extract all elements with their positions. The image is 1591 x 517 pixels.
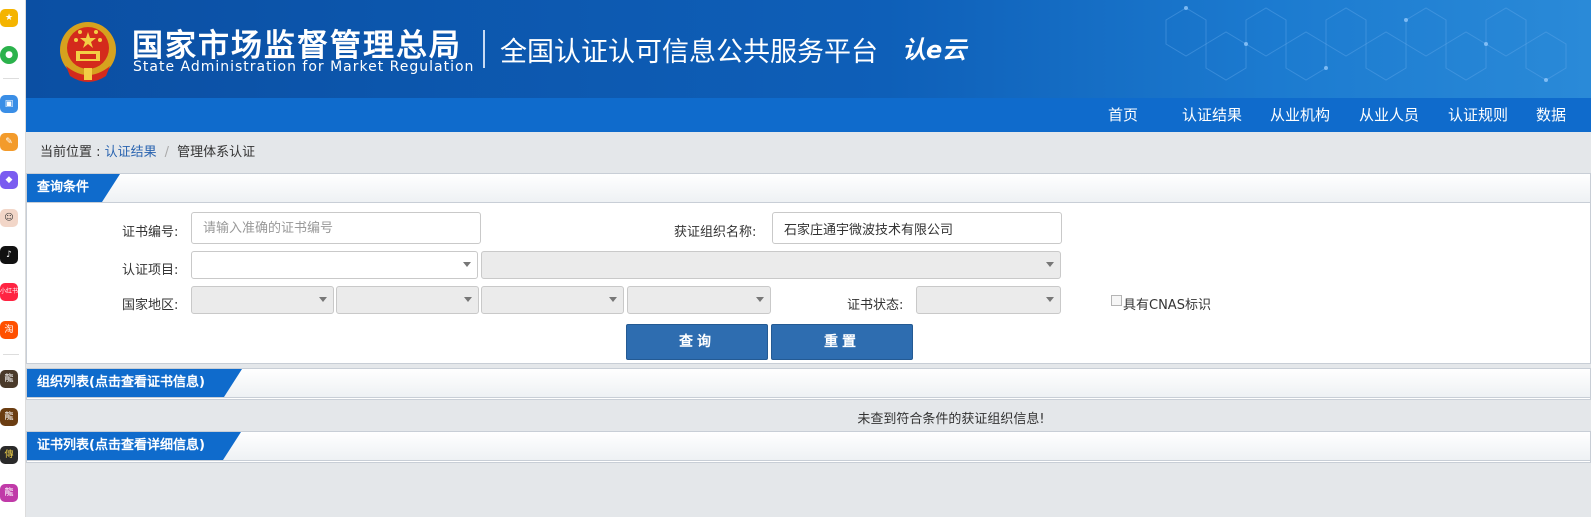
search-button[interactable]: 查询	[626, 324, 768, 360]
agency-title-english: State Administration for Market Regulati…	[133, 59, 475, 75]
national-emblem-icon	[60, 22, 116, 82]
chevron-down-icon	[464, 297, 472, 302]
xiaohongshu-icon[interactable]: 小红书	[0, 283, 18, 301]
chevron-down-icon	[1046, 297, 1054, 302]
nav-item-rules[interactable]: 认证规则	[1448, 98, 1508, 132]
cert-list-title: 证书列表(点击查看详细信息)	[27, 432, 241, 460]
nav-item-data[interactable]: 数据	[1536, 98, 1566, 132]
game-icon[interactable]: 龍	[0, 484, 18, 502]
main-area: 国家市场监督管理总局 State Administration for Mark…	[26, 0, 1591, 517]
org-list-empty-message: 未查到符合条件的获证组织信息!	[857, 412, 1045, 427]
region-province-select[interactable]	[336, 286, 479, 314]
org-name-label: 获证组织名称:	[674, 225, 757, 240]
chevron-down-icon	[609, 297, 617, 302]
org-name-input[interactable]	[772, 212, 1062, 244]
cert-no-label: 证书编号:	[122, 225, 179, 240]
reset-button[interactable]: 重置	[771, 324, 913, 360]
star-icon[interactable]: ★	[0, 9, 18, 27]
cnas-label: 具有CNAS标识	[1123, 298, 1211, 313]
region-city-select[interactable]	[481, 286, 624, 314]
breadcrumb-current: 管理体系认证	[177, 145, 256, 160]
tiktok-icon[interactable]: ♪	[0, 246, 18, 264]
cert-status-select[interactable]	[916, 286, 1061, 314]
renyun-logo: 认e云	[902, 36, 967, 64]
cert-list-panel: 证书列表(点击查看详细信息)	[26, 431, 1591, 463]
header-divider	[483, 30, 485, 68]
breadcrumb: 当前位置 : 认证结果 / 管理体系认证	[40, 141, 255, 160]
cert-status-label: 证书状态:	[847, 298, 904, 313]
sidebar-divider	[3, 78, 19, 79]
nav-item-institutions[interactable]: 从业机构	[1270, 98, 1330, 132]
region-district-select[interactable]	[627, 286, 771, 314]
sidebar-divider	[3, 354, 19, 355]
query-panel-title: 查询条件	[27, 174, 120, 202]
chat-icon[interactable]: ●	[0, 46, 18, 64]
region-country-select[interactable]	[191, 286, 334, 314]
platform-title: 全国认证认可信息公共服务平台	[500, 37, 878, 68]
game-icon[interactable]: 龍	[0, 408, 18, 426]
cert-no-input[interactable]	[191, 212, 481, 244]
hexagon-decoration	[1165, 6, 1567, 82]
org-list-header: 组织列表(点击查看证书信息)	[27, 369, 1590, 398]
org-list-panel: 组织列表(点击查看证书信息)	[26, 368, 1591, 400]
chevron-down-icon	[463, 262, 471, 267]
breadcrumb-link[interactable]: 认证结果	[105, 145, 157, 160]
game-icon[interactable]: 龍	[0, 370, 18, 388]
query-panel-header: 查询条件	[27, 174, 1590, 203]
cert-list-header: 证书列表(点击查看详细信息)	[27, 432, 1590, 461]
chevron-down-icon	[319, 297, 327, 302]
nav-item-cert-results[interactable]: 认证结果	[1182, 98, 1242, 132]
gamepad-icon[interactable]: ◆	[0, 171, 18, 189]
main-nav: 首页 认证结果 从业机构 从业人员 认证规则 数据	[26, 98, 1591, 132]
nav-item-home[interactable]: 首页	[1108, 98, 1138, 132]
briefcase-icon[interactable]: ▣	[0, 95, 18, 113]
cert-project-label: 认证项目:	[122, 263, 179, 278]
query-panel: 查询条件 证书编号: 获证组织名称: 认证项目: 国家地区: 证书状态: 具有C…	[26, 173, 1591, 364]
chevron-down-icon	[756, 297, 764, 302]
cert-subproject-select[interactable]	[481, 251, 1061, 279]
pen-icon[interactable]: ✎	[0, 133, 18, 151]
browser-sidebar: ★ ● ▣ ✎ ◆ ☺ ♪ 小红书 淘 龍 龍 傳 龍	[0, 0, 26, 517]
region-label: 国家地区:	[122, 298, 179, 313]
breadcrumb-prefix: 当前位置 :	[40, 145, 105, 160]
cnas-checkbox[interactable]	[1111, 295, 1122, 306]
avatar-icon[interactable]: ☺	[0, 209, 18, 227]
cert-project-select[interactable]	[191, 251, 478, 279]
breadcrumb-separator: /	[164, 145, 170, 160]
site-header: 国家市场监督管理总局 State Administration for Mark…	[26, 0, 1591, 98]
game-icon[interactable]: 傳	[0, 446, 18, 464]
chevron-down-icon	[1046, 262, 1054, 267]
nav-item-personnel[interactable]: 从业人员	[1359, 98, 1419, 132]
taobao-icon[interactable]: 淘	[0, 321, 18, 339]
org-list-title: 组织列表(点击查看证书信息)	[27, 369, 242, 397]
